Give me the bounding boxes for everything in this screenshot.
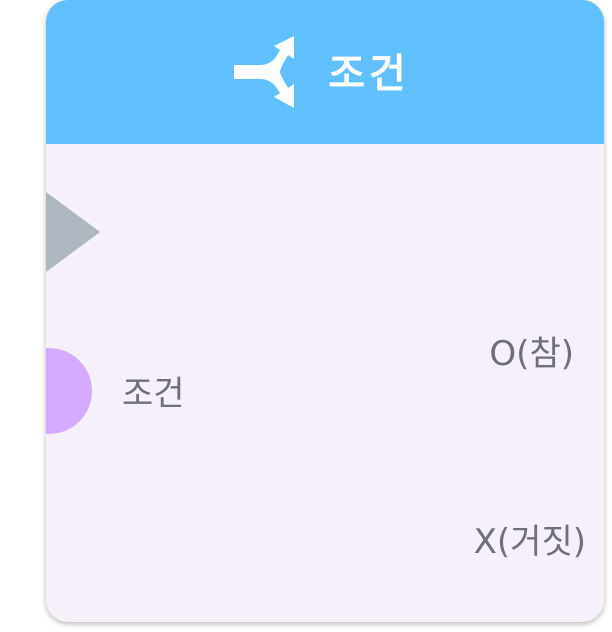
node-header[interactable]: 조건 [46, 0, 604, 144]
true-output-label: O(참) [489, 334, 574, 374]
condition-input-label: 조건 [122, 374, 185, 414]
node-title: 조건 [328, 51, 410, 97]
false-output-label: X(거짓) [473, 522, 586, 562]
exec-input-port[interactable] [46, 192, 100, 272]
node-header-content: 조건 [46, 0, 604, 144]
branch-split-icon [234, 36, 295, 108]
